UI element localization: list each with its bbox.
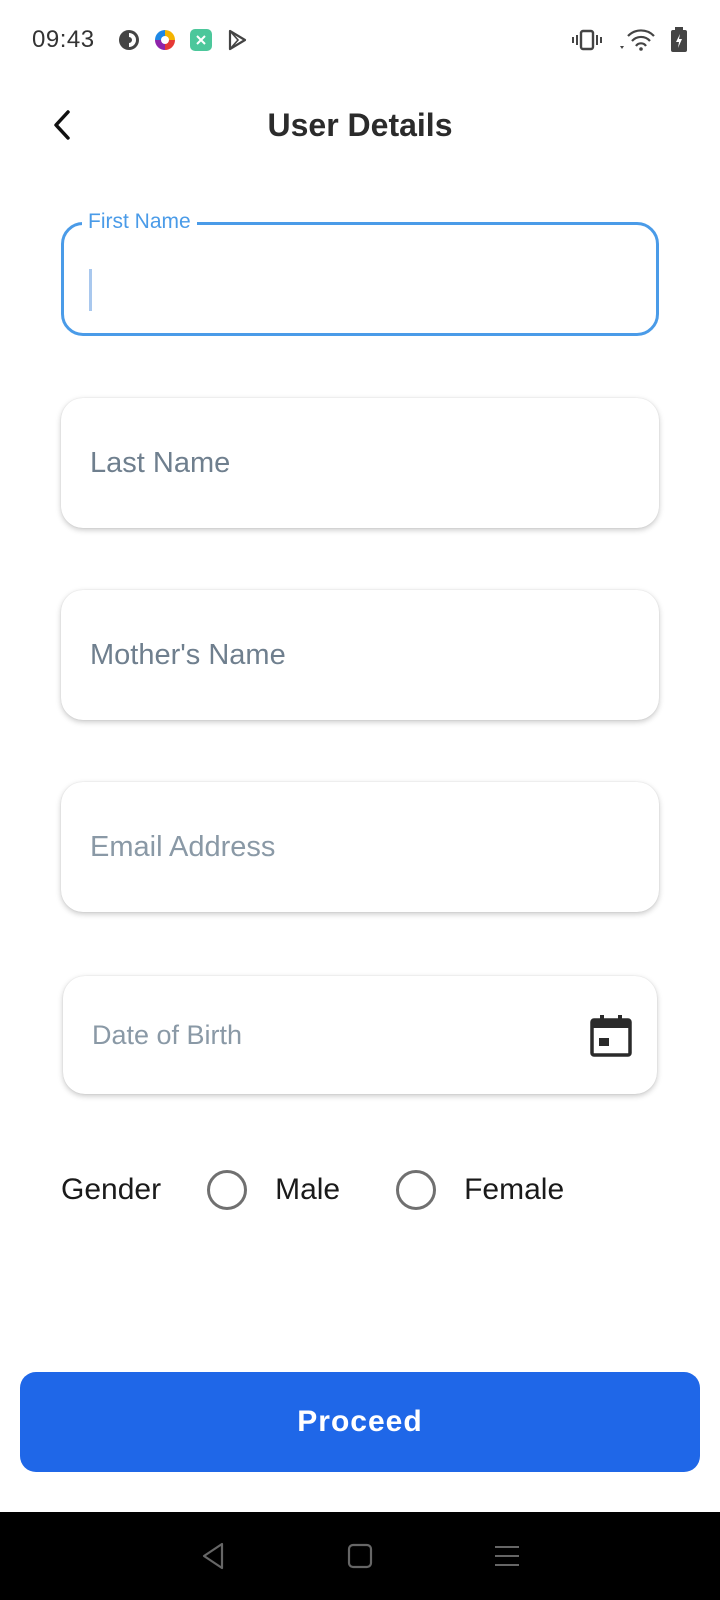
radio-label-male: Male	[275, 1173, 341, 1206]
last-name-placeholder: Last Name	[90, 446, 231, 479]
gender-label: Gender	[61, 1173, 162, 1206]
gender-row: Gender Male Female	[61, 1160, 681, 1220]
battery-charging-icon	[671, 27, 687, 52]
wifi-icon	[620, 29, 655, 51]
page-title: User Details	[267, 107, 453, 143]
first-name-field[interactable]: First Name	[61, 210, 659, 336]
first-name-label: First Name	[82, 210, 197, 234]
home-square-icon	[347, 1543, 373, 1569]
dob-placeholder: Date of Birth	[92, 1019, 243, 1050]
status-time: 09:43	[32, 26, 95, 53]
text-cursor	[89, 269, 92, 311]
mothers-name-field[interactable]: Mother's Name	[61, 590, 659, 720]
nav-back-button[interactable]	[188, 1531, 238, 1581]
proceed-button[interactable]: Proceed	[20, 1372, 700, 1472]
circle-half-icon	[118, 30, 139, 50]
gender-option-female[interactable]: Female	[396, 1170, 564, 1210]
radio-male[interactable]	[207, 1170, 248, 1210]
colorful-app-icon	[154, 30, 175, 50]
back-triangle-icon	[203, 1542, 224, 1570]
status-bar: 09:43	[0, 0, 720, 80]
radio-label-female: Female	[464, 1173, 565, 1206]
last-name-field[interactable]: Last Name	[61, 398, 659, 528]
system-icons	[572, 27, 688, 53]
header: User Details	[0, 90, 720, 160]
notification-icons	[117, 28, 249, 52]
email-field[interactable]: Email Address	[61, 782, 659, 912]
green-app-icon	[189, 29, 212, 51]
chevron-left-icon	[54, 110, 70, 140]
calendar-icon[interactable]	[589, 1014, 633, 1058]
back-button[interactable]	[40, 100, 84, 150]
mothers-name-placeholder: Mother's Name	[90, 638, 286, 671]
email-placeholder: Email Address	[90, 830, 276, 863]
radio-female[interactable]	[396, 1170, 437, 1210]
nav-home-button[interactable]	[335, 1531, 385, 1581]
vibrate-icon	[572, 29, 602, 51]
menu-lines-icon	[494, 1546, 519, 1566]
play-store-icon	[228, 29, 246, 51]
nav-menu-button[interactable]	[482, 1531, 532, 1581]
dob-field[interactable]: Date of Birth	[63, 976, 657, 1094]
navigation-bar	[0, 1512, 720, 1600]
user-details-screen: 09:43 User Details First Name Last Name …	[0, 0, 720, 1600]
gender-option-male[interactable]: Male	[207, 1170, 340, 1210]
